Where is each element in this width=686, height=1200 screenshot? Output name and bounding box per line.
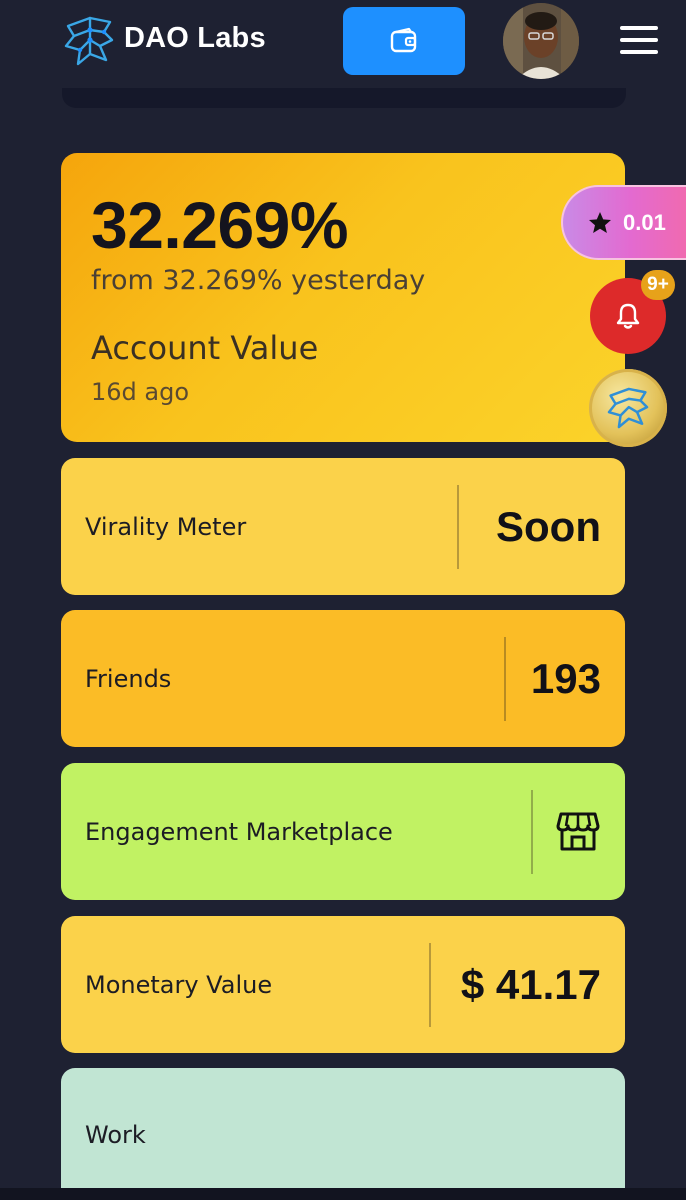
virality-meter-label: Virality Meter — [85, 512, 247, 541]
divider — [429, 943, 431, 1027]
dao-coin-button[interactable] — [589, 369, 667, 447]
work-card[interactable]: Work — [61, 1068, 625, 1200]
notification-count-badge: 9+ — [641, 270, 675, 300]
top-nav-bar: DAO Labs — [0, 0, 686, 88]
engagement-marketplace-label: Engagement Marketplace — [85, 817, 393, 846]
friends-card[interactable]: Friends 193 — [61, 610, 625, 747]
friends-label: Friends — [85, 664, 172, 693]
account-value-card[interactable]: 32.269% from 32.269% yesterday Account V… — [61, 153, 625, 442]
account-value-comparison: from 32.269% yesterday — [91, 265, 426, 296]
bottom-edge — [0, 1188, 686, 1200]
avatar-image — [503, 3, 579, 79]
user-avatar[interactable] — [503, 3, 579, 79]
work-label: Work — [85, 1121, 146, 1149]
bell-icon — [616, 303, 640, 329]
virality-meter-card[interactable]: Virality Meter Soon — [61, 458, 625, 595]
virality-meter-value: Soon — [496, 502, 601, 550]
monetary-value-amount: $ 41.17 — [460, 960, 601, 1008]
store-icon — [556, 812, 600, 851]
hamburger-menu-icon[interactable] — [620, 24, 658, 56]
account-value-label: Account Value — [91, 329, 319, 367]
engagement-marketplace-card[interactable]: Engagement Marketplace — [61, 763, 625, 900]
divider — [504, 637, 506, 721]
wallet-button[interactable] — [343, 7, 465, 75]
divider — [457, 485, 459, 569]
account-value-updated: 16d ago — [91, 378, 190, 406]
points-value: 0.01 — [623, 209, 666, 235]
points-balance-button[interactable]: 0.01 — [561, 185, 686, 260]
wallet-icon — [390, 27, 417, 53]
brand-name: DAO Labs — [124, 22, 266, 54]
monetary-value-card[interactable]: Monetary Value $ 41.17 — [61, 916, 625, 1053]
friends-count: 193 — [530, 654, 601, 702]
collapsed-panel-edge — [62, 88, 626, 108]
account-value-percent: 32.269% — [91, 188, 349, 262]
star-icon — [589, 211, 611, 233]
divider — [531, 790, 533, 874]
dao-coin-icon — [607, 387, 649, 429]
dao-labs-logo[interactable] — [60, 12, 118, 70]
monetary-value-label: Monetary Value — [85, 970, 273, 999]
